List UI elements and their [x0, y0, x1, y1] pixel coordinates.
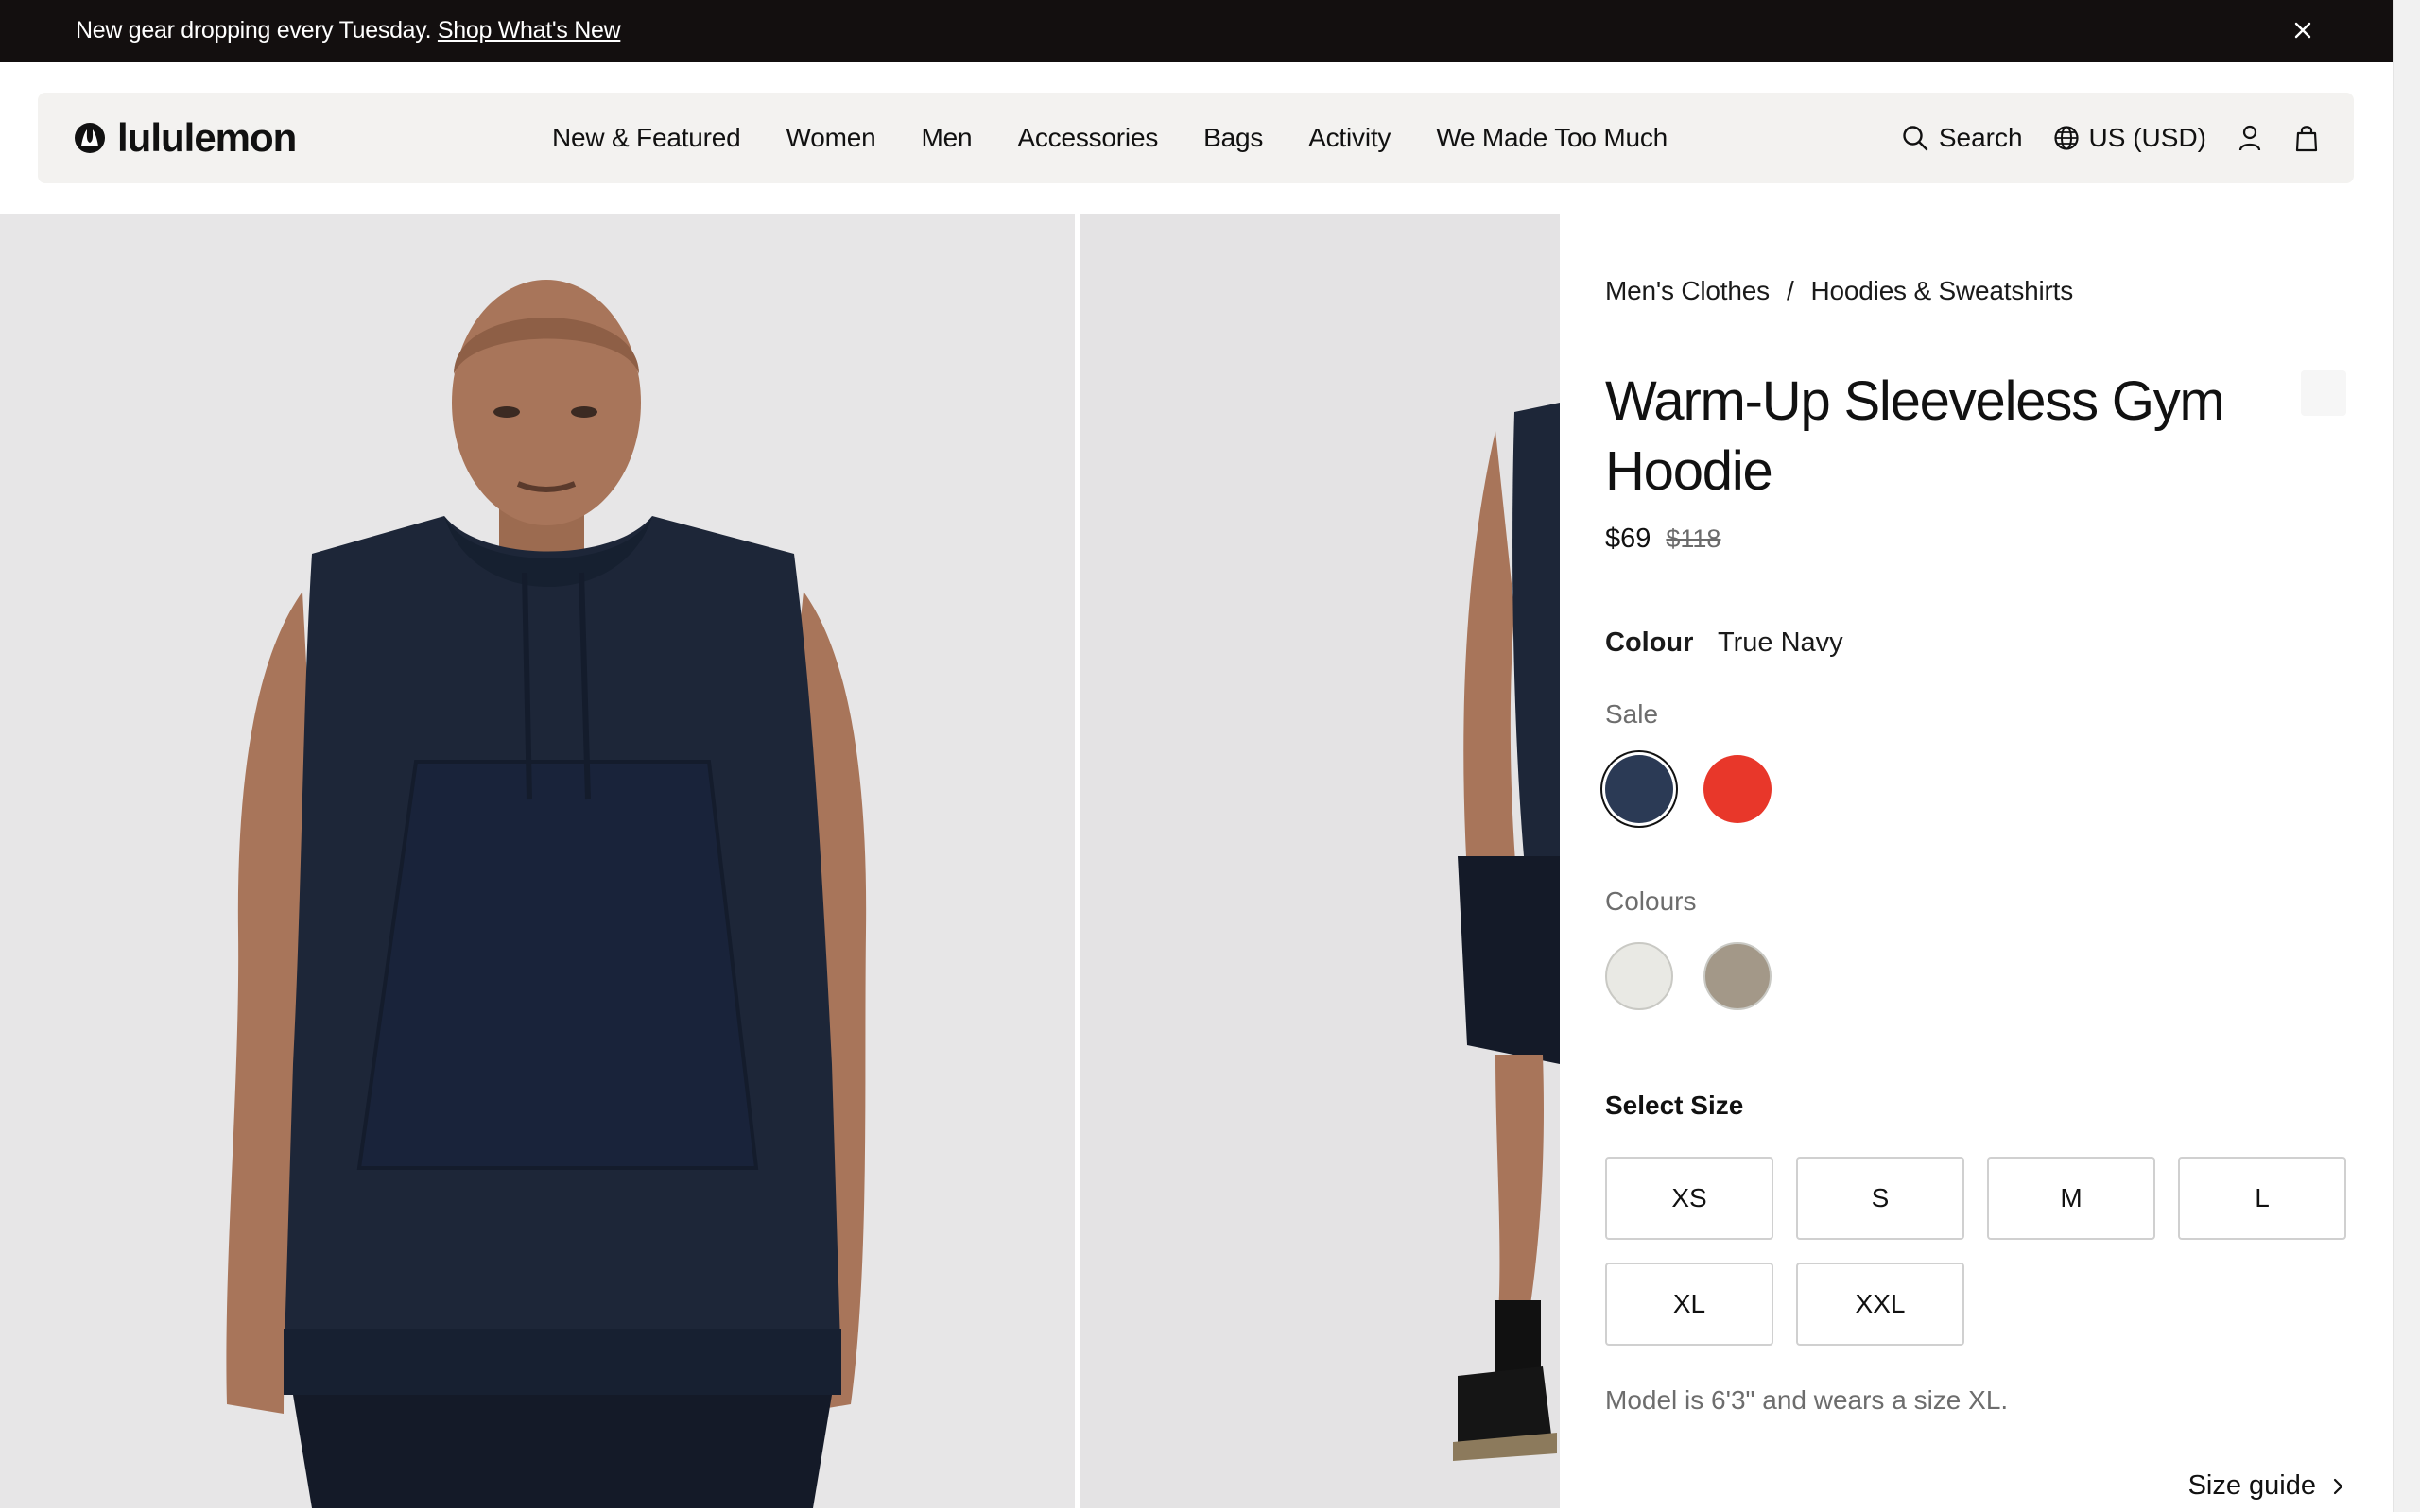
model-fit-note: Model is 6'3" and wears a size XL.	[1605, 1385, 2009, 1415]
swatch-white[interactable]	[1605, 942, 1673, 1010]
announcement-bar: New gear dropping every Tuesday. Shop Wh…	[0, 0, 2393, 62]
nav-bags[interactable]: Bags	[1181, 121, 1286, 155]
region-selector[interactable]: US (USD)	[2053, 123, 2206, 153]
sale-price: $69	[1605, 524, 1651, 554]
size-s-button[interactable]: S	[1796, 1157, 1964, 1240]
brand-wordmark: lululemon	[117, 115, 297, 160]
nav-activity[interactable]: Activity	[1286, 121, 1413, 155]
shopping-bag-icon	[2295, 126, 2318, 152]
site-header: lululemon New & Featured Women Men Acces…	[38, 93, 2354, 183]
sale-colour-swatches	[1605, 755, 1772, 823]
header-utilities: Search US (USD)	[1871, 119, 2320, 157]
search-button[interactable]: Search	[1901, 123, 2023, 153]
sale-colours-label: Sale	[1605, 699, 1659, 729]
close-icon	[2294, 22, 2311, 39]
colour-value: True Navy	[1717, 627, 1843, 658]
announcement-text: New gear dropping every Tuesday. Shop Wh…	[76, 15, 621, 45]
selected-colour: Colour True Navy	[1605, 627, 1843, 659]
size-selector: XS S M L XL XXL	[1605, 1157, 2346, 1346]
size-l-button[interactable]: L	[2178, 1157, 2346, 1240]
nav-accessories[interactable]: Accessories	[994, 121, 1181, 155]
search-label: Search	[1938, 123, 2023, 152]
model-side-image	[1080, 214, 1560, 1508]
globe-icon	[2053, 126, 2079, 150]
account-button[interactable]	[2237, 124, 2263, 152]
size-guide-link[interactable]: Size guide	[2188, 1470, 2346, 1502]
product-price: $69 $118	[1605, 524, 1720, 555]
colour-label: Colour	[1605, 627, 1694, 658]
size-m-button[interactable]: M	[1987, 1157, 2155, 1240]
breadcrumb-hoodies-sweatshirts[interactable]: Hoodies & Sweatshirts	[1811, 276, 2074, 305]
size-xs-button[interactable]: XS	[1605, 1157, 1773, 1240]
size-xxl-button[interactable]: XXL	[1796, 1263, 1964, 1346]
page-scrollbar[interactable]	[2393, 0, 2420, 1512]
announcement-message: New gear dropping every Tuesday.	[76, 17, 432, 43]
colours-label: Colours	[1605, 886, 1697, 916]
search-icon	[1903, 126, 1928, 151]
select-size-heading: Select Size	[1605, 1091, 1744, 1120]
breadcrumb-separator: /	[1786, 276, 1794, 305]
bag-button[interactable]	[2293, 124, 2320, 152]
model-front-image	[0, 214, 1075, 1508]
product-photo-front[interactable]	[0, 214, 1075, 1508]
main-nav: New & Featured Women Men Accessories Bag…	[529, 121, 1690, 155]
breadcrumb-mens-clothes[interactable]: Men's Clothes	[1605, 276, 1770, 305]
product-title: Warm-Up Sleeveless Gym Hoodie	[1605, 370, 2225, 502]
product-gallery[interactable]	[0, 214, 1560, 1512]
swatch-taupe[interactable]	[1703, 942, 1772, 1010]
size-xl-button[interactable]: XL	[1605, 1263, 1773, 1346]
swatch-red[interactable]	[1703, 755, 1772, 823]
size-guide-label: Size guide	[2187, 1470, 2316, 1501]
colour-swatches	[1605, 942, 1772, 1010]
swatch-true-navy[interactable]	[1605, 755, 1673, 823]
wishlist-button[interactable]	[2301, 370, 2346, 416]
nav-men[interactable]: Men	[899, 121, 995, 155]
brand-logo[interactable]: lululemon	[74, 115, 297, 161]
original-price: $118	[1666, 524, 1721, 553]
breadcrumb: Men's Clothes / Hoodies & Sweatshirts	[1605, 276, 2073, 306]
close-announcement-button[interactable]	[2286, 13, 2320, 47]
region-label: US (USD)	[2088, 123, 2206, 152]
chevron-right-icon	[2333, 1478, 2343, 1494]
nav-new-featured[interactable]: New & Featured	[529, 121, 764, 155]
user-icon	[2238, 125, 2261, 151]
product-photo-side[interactable]	[1080, 214, 1560, 1508]
nav-women[interactable]: Women	[764, 121, 899, 155]
shop-whats-new-link[interactable]: Shop What's New	[438, 17, 621, 43]
nav-we-made-too-much[interactable]: We Made Too Much	[1413, 121, 1690, 155]
lululemon-logo-icon	[75, 123, 105, 153]
